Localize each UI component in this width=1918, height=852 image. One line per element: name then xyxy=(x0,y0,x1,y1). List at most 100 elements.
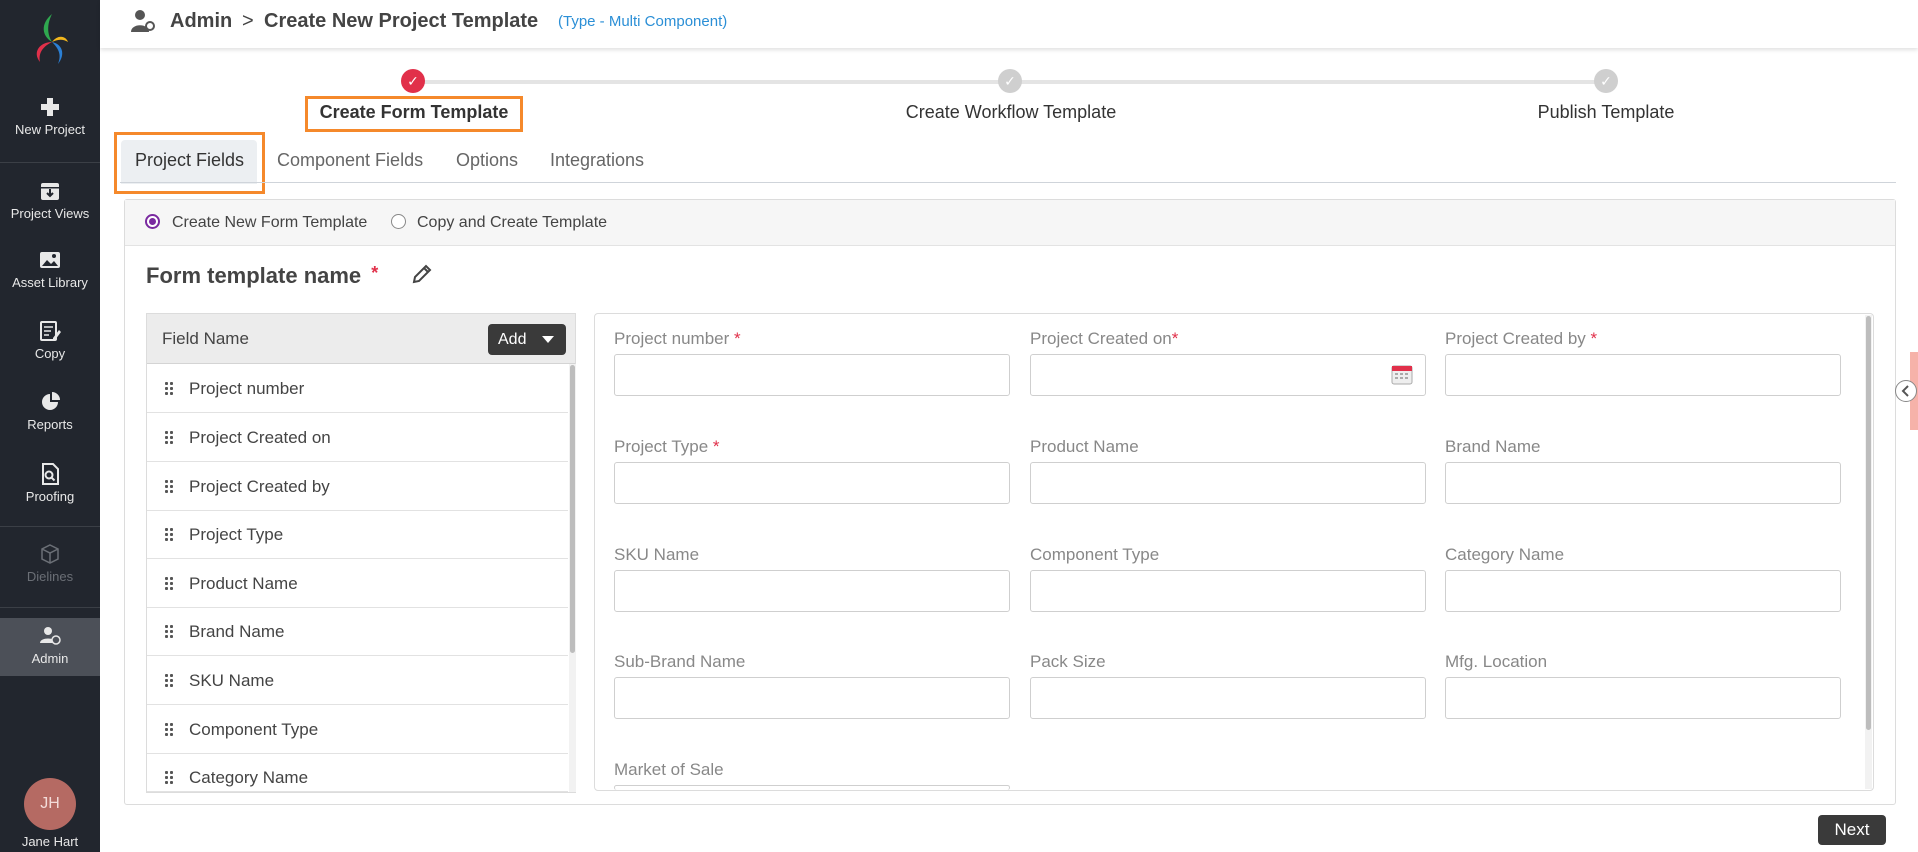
list-item[interactable]: Brand Name xyxy=(147,608,568,656)
stepper-line xyxy=(413,80,1011,84)
preview-label-text: Project Created on xyxy=(1030,329,1172,348)
tab-project-fields[interactable]: Project Fields xyxy=(135,150,244,171)
preview-field-label: Mfg. Location xyxy=(1445,652,1548,671)
required-mark: * xyxy=(1171,329,1179,348)
sku-name-field[interactable] xyxy=(614,570,1010,612)
radio-copy-create[interactable] xyxy=(391,214,406,229)
preview-label-text: Project Created by xyxy=(1445,329,1586,348)
pencil-icon[interactable] xyxy=(410,262,434,286)
tab-component-fields[interactable]: Component Fields xyxy=(277,150,423,171)
sidebar-item-label: Asset Library xyxy=(12,275,88,290)
step-publish-template[interactable]: Publish Template xyxy=(1500,102,1712,123)
breadcrumb-admin[interactable]: Admin xyxy=(170,10,232,33)
market-of-sale-field[interactable] xyxy=(614,785,1010,790)
field-list-scroll-thumb[interactable] xyxy=(570,365,575,653)
archive-box-icon xyxy=(41,183,59,200)
preview-field-label: Product Name xyxy=(1030,437,1139,456)
step-check-icon: ✓ xyxy=(1594,69,1618,93)
drag-handle-icon[interactable] xyxy=(165,528,173,542)
list-item[interactable]: Project Type xyxy=(147,511,568,559)
brand-name-field[interactable] xyxy=(1445,462,1841,504)
step-create-workflow-template[interactable]: Create Workflow Template xyxy=(880,102,1142,123)
preview-field-label: Project Created by * xyxy=(1445,329,1597,349)
project-number-field[interactable] xyxy=(614,354,1010,396)
sidebar-item-copy[interactable]: Copy xyxy=(0,320,100,390)
tab-options[interactable]: Options xyxy=(456,150,518,171)
drag-handle-icon[interactable] xyxy=(165,431,173,445)
required-mark: * xyxy=(1590,329,1598,348)
sidebar-item-proofing[interactable]: Proofing xyxy=(0,463,100,533)
next-button[interactable]: Next xyxy=(1818,815,1886,845)
tab-integrations[interactable]: Integrations xyxy=(550,150,644,171)
preview-scroll-thumb[interactable] xyxy=(1866,316,1871,730)
user-settings-icon xyxy=(40,627,61,645)
project-created-on-field[interactable] xyxy=(1030,354,1426,396)
sidebar-item-label: Proofing xyxy=(25,489,75,504)
list-item[interactable]: Project number xyxy=(147,365,568,413)
pack-size-field[interactable] xyxy=(1030,677,1426,719)
product-name-field[interactable] xyxy=(1030,462,1426,504)
sidebar-item-label: Dielines xyxy=(26,569,74,584)
drag-handle-icon[interactable] xyxy=(165,625,173,639)
field-list-title: Field Name xyxy=(162,329,249,348)
drag-handle-icon[interactable] xyxy=(165,771,173,785)
preview-label-text: Project Type xyxy=(614,437,709,456)
chevron-left-icon[interactable] xyxy=(1895,380,1917,402)
form-template-name-label: Form template name xyxy=(146,263,362,288)
cube-icon xyxy=(41,544,59,564)
list-item[interactable]: Component Type xyxy=(147,706,568,754)
avatar[interactable]: JH xyxy=(24,778,76,830)
preview-field-label: Project number * xyxy=(614,329,741,349)
step-done-check-icon: ✓ xyxy=(401,69,425,93)
user-name: Jane Hart xyxy=(21,834,79,849)
mfg-location-field[interactable] xyxy=(1445,677,1841,719)
list-item[interactable]: Product Name xyxy=(147,560,568,608)
category-name-field[interactable] xyxy=(1445,570,1841,612)
sidebar-item-reports[interactable]: Reports xyxy=(0,391,100,461)
preview-field-label: Brand Name xyxy=(1445,437,1541,456)
preview-field-label: Component Type xyxy=(1030,545,1160,564)
template-type-label: (Type - Multi Component) xyxy=(558,13,728,30)
project-type-field[interactable] xyxy=(614,462,1010,504)
drag-handle-icon[interactable] xyxy=(165,674,173,688)
sidebar-item-label: Admin xyxy=(31,651,69,666)
project-created-by-field[interactable] xyxy=(1445,354,1841,396)
drag-handle-icon[interactable] xyxy=(165,480,173,494)
sidebar-item-label: Project Views xyxy=(10,206,90,221)
sidebar-item-label: Reports xyxy=(27,417,73,432)
breadcrumb-separator: > xyxy=(242,10,254,32)
drag-handle-icon[interactable] xyxy=(165,577,173,591)
sidebar: New Project Project Views Asset Library … xyxy=(0,0,100,852)
sidebar-item-new-project[interactable]: New Project xyxy=(0,96,100,166)
app-logo[interactable] xyxy=(22,8,78,68)
calendar-icon[interactable] xyxy=(1390,362,1414,386)
sub-brand-name-field[interactable] xyxy=(614,677,1010,719)
list-item[interactable]: Category Name xyxy=(147,754,568,792)
preview-field-label: Project Type * xyxy=(614,437,720,457)
radio-create-new-label[interactable]: Create New Form Template xyxy=(172,214,367,232)
list-item[interactable]: Project Created by xyxy=(147,463,568,511)
drag-handle-icon[interactable] xyxy=(165,382,173,396)
field-label: Project number xyxy=(189,379,305,398)
list-item[interactable]: SKU Name xyxy=(147,657,568,705)
sidebar-item-dielines: Dielines xyxy=(0,543,100,613)
required-mark: * xyxy=(734,329,741,348)
add-field-button[interactable]: Add xyxy=(488,324,566,355)
component-type-field[interactable] xyxy=(1030,570,1426,612)
field-label: Brand Name xyxy=(189,622,285,641)
search-document-icon xyxy=(42,463,59,485)
sidebar-item-asset-library[interactable]: Asset Library xyxy=(0,249,100,319)
sidebar-item-project-views[interactable]: Project Views xyxy=(0,180,100,250)
list-item[interactable]: Project Created on xyxy=(147,414,568,462)
field-label: Project Type xyxy=(189,525,284,544)
field-label: Category Name xyxy=(189,768,309,787)
sidebar-item-admin[interactable]: Admin xyxy=(0,618,100,676)
chevron-left-glyph xyxy=(1901,385,1909,397)
step-create-form-template[interactable]: Create Form Template xyxy=(313,102,515,123)
radio-copy-create-label[interactable]: Copy and Create Template xyxy=(417,214,607,232)
preview-field-label: Sub-Brand Name xyxy=(614,652,746,671)
step-check-icon: ✓ xyxy=(998,69,1022,93)
radio-create-new[interactable] xyxy=(145,214,160,229)
drag-handle-icon[interactable] xyxy=(165,723,173,737)
sidebar-item-label: New Project xyxy=(14,122,86,137)
